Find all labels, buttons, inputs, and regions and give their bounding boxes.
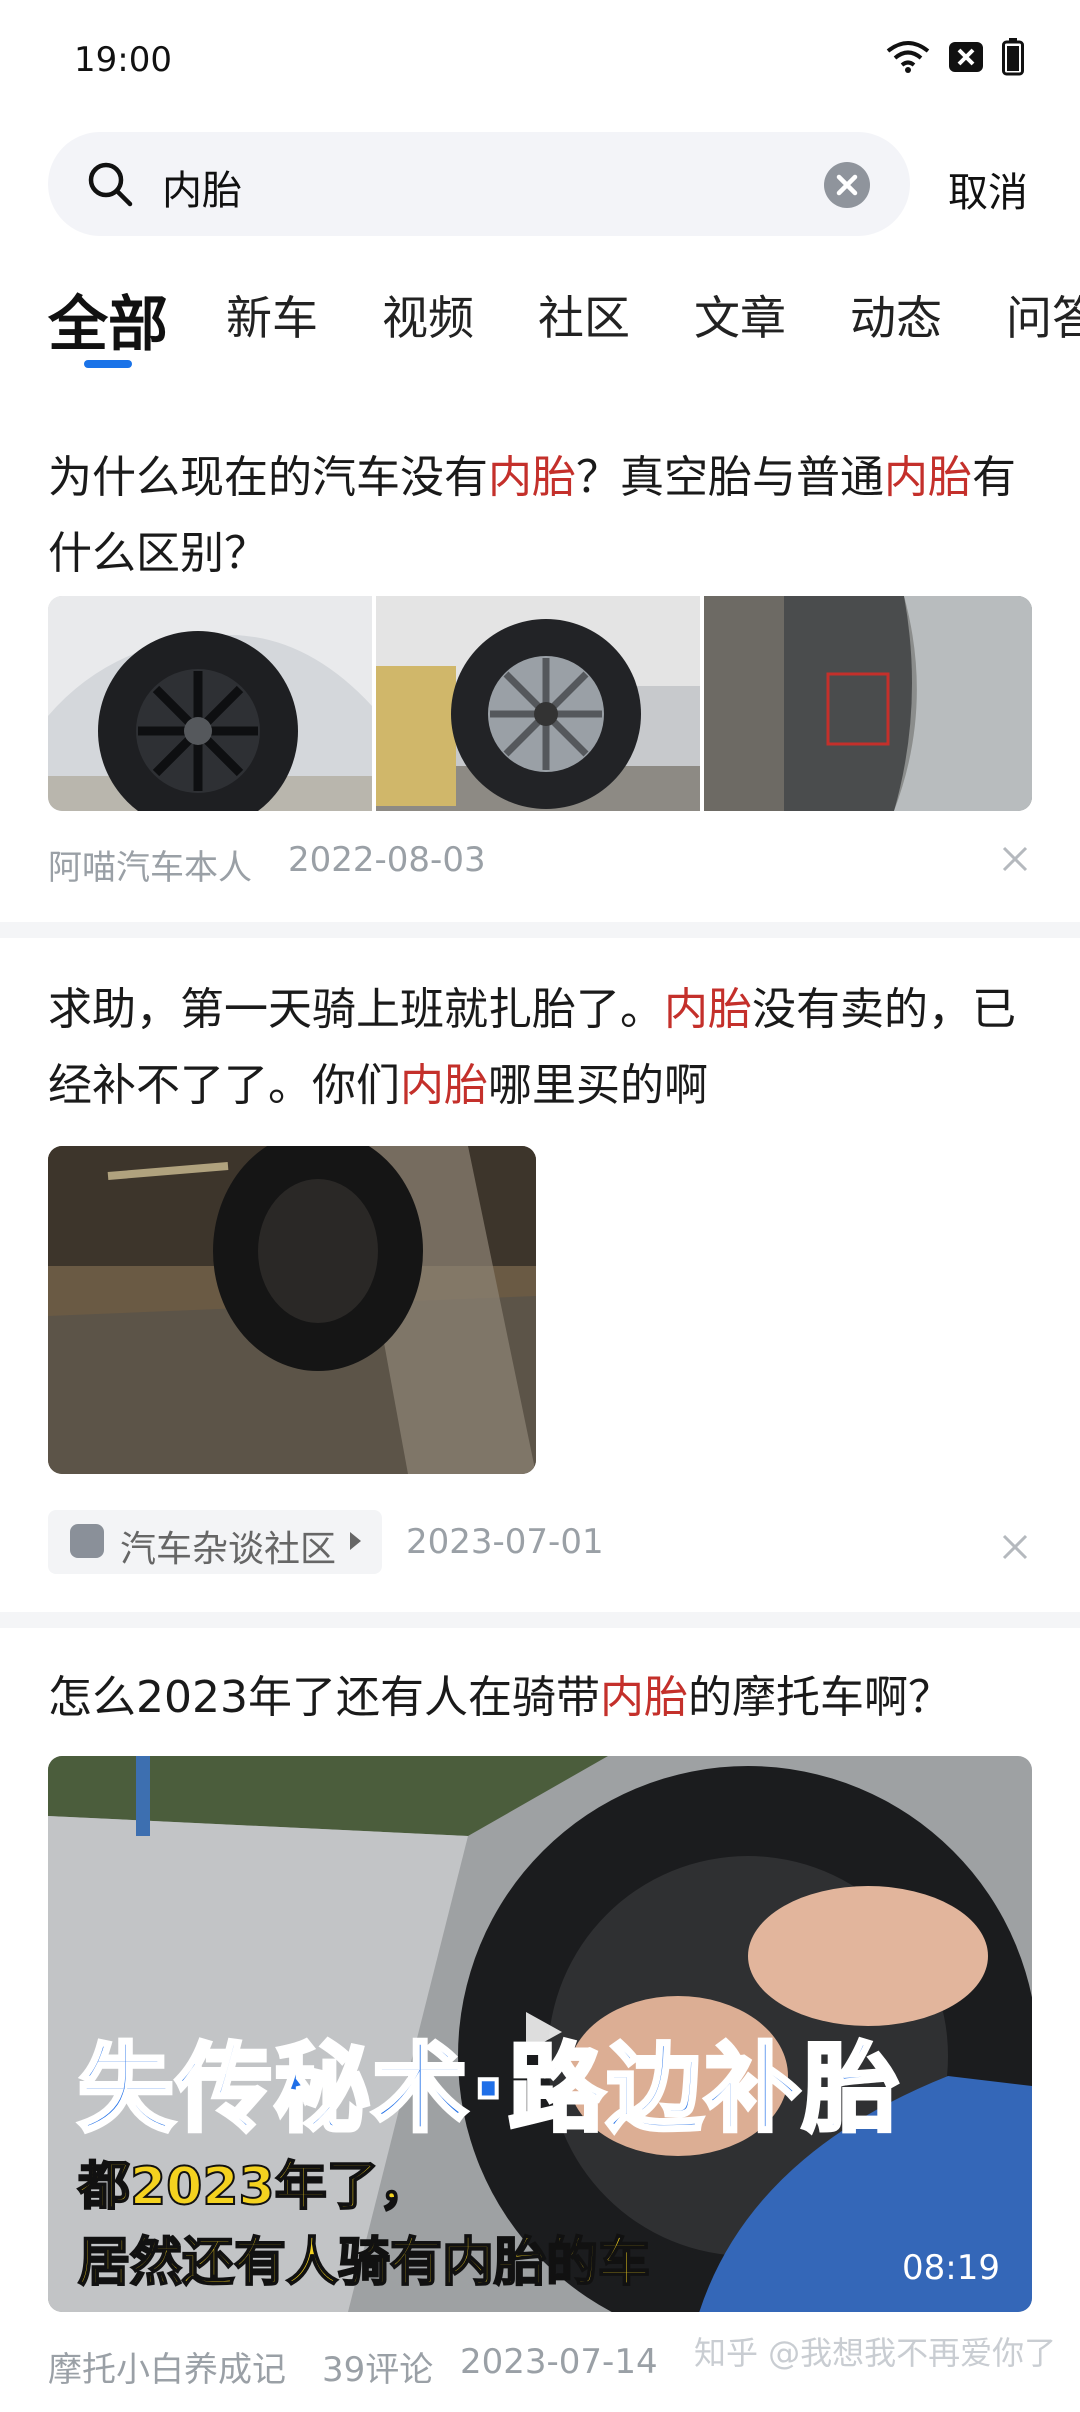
- divider: [0, 922, 1080, 938]
- title-highlight: 内胎: [884, 452, 972, 503]
- tab-qa[interactable]: 问答: [1006, 282, 1080, 348]
- video-duration: 08:19: [902, 2248, 1000, 2288]
- result-title[interactable]: 怎么2023年了还有人在骑带内胎的摩托车啊？: [48, 1660, 1033, 1736]
- search-input[interactable]: 内胎: [48, 132, 910, 236]
- result-image-tire-change[interactable]: [376, 596, 700, 811]
- battery-icon: [1002, 38, 1024, 76]
- title-text: ？真空胎与普通: [576, 452, 884, 503]
- title-text: 求助，第一天骑上班就扎胎了。: [48, 984, 664, 1035]
- result-author[interactable]: 摩托小白养成记: [48, 2342, 286, 2391]
- cancel-button[interactable]: 取消: [948, 160, 1028, 218]
- clear-icon[interactable]: [824, 162, 870, 208]
- watermark: 知乎 @我想我不再爱你了: [694, 2334, 1057, 2372]
- title-highlight: 内胎: [599, 1672, 688, 1723]
- tab-all[interactable]: 全部: [48, 276, 168, 363]
- result-author[interactable]: 阿喵汽车本人: [48, 840, 252, 889]
- tab-new-car[interactable]: 新车: [226, 282, 318, 348]
- status-bar: 19:00: [0, 0, 1080, 120]
- close-icon[interactable]: [998, 1530, 1032, 1564]
- title-text: 的摩托车啊？: [687, 1672, 952, 1723]
- community-tag[interactable]: 汽车杂谈社区: [48, 1510, 382, 1574]
- result-date: 2023-07-14: [460, 2342, 658, 2382]
- title-text: 为什么现在的汽车没有: [48, 452, 488, 503]
- status-time: 19:00: [74, 40, 172, 80]
- title-text: 怎么2023年了还有人在骑带: [48, 1672, 600, 1723]
- result-title[interactable]: 为什么现在的汽车没有内胎？真空胎与普通内胎有什么区别？: [48, 440, 1033, 592]
- video-overlay-subtitle: 都2023年了，: [77, 2156, 432, 2218]
- video-overlay-subtitle: 居然还有人骑有内胎的车: [77, 2232, 651, 2294]
- active-tab-indicator: [84, 360, 132, 368]
- title-highlight: 内胎: [400, 1060, 488, 1111]
- no-sim-icon: [949, 42, 983, 72]
- divider: [0, 1612, 1080, 1628]
- result-date: 2022-08-03: [288, 840, 486, 880]
- search-query: 内胎: [162, 168, 242, 214]
- result-video[interactable]: 失传秘术·路边补胎 都2023年了， 居然还有人骑有内胎的车 08:19: [48, 1756, 1032, 2312]
- tab-video[interactable]: 视频: [382, 282, 474, 348]
- community-icon: [70, 1524, 104, 1558]
- chevron-right-icon: [350, 1532, 361, 1550]
- title-highlight: 内胎: [664, 984, 752, 1035]
- tab-community[interactable]: 社区: [538, 282, 630, 348]
- result-title[interactable]: 求助，第一天骑上班就扎胎了。内胎没有卖的，已经补不了了。你们内胎哪里买的啊: [48, 972, 1033, 1124]
- status-icons: [886, 38, 1024, 76]
- title-text: 哪里买的啊: [488, 1060, 708, 1111]
- video-overlay-title: 失传秘术·路边补胎: [76, 2031, 901, 2147]
- tab-articles[interactable]: 文章: [694, 282, 786, 348]
- wifi-icon: [886, 41, 930, 73]
- result-image-bike-tire[interactable]: [48, 1146, 536, 1474]
- result-image-tire-closeup[interactable]: [704, 596, 1032, 811]
- category-tabs: 全部 新车 视频 社区 文章 动态 问答: [0, 270, 1080, 380]
- result-date: 2023-07-01: [406, 1522, 604, 1562]
- close-icon[interactable]: [998, 842, 1032, 876]
- result-comments: 39评论: [322, 2350, 434, 2390]
- title-highlight: 内胎: [488, 452, 576, 503]
- community-name: 汽车杂谈社区: [120, 1529, 337, 1570]
- result-image-car-wheel[interactable]: [48, 596, 372, 811]
- search-icon: [88, 162, 133, 207]
- search-row: 内胎 取消: [0, 132, 1080, 240]
- tab-updates[interactable]: 动态: [850, 282, 942, 348]
